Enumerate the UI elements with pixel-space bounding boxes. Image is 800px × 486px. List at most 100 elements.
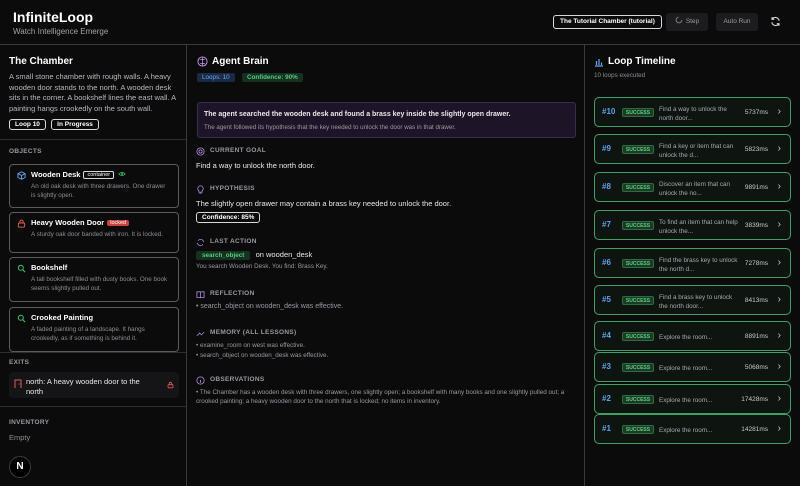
loop-goal: Explore the room... [659, 397, 713, 404]
loop-duration: 5068ms [744, 364, 768, 371]
object-description: A tall bookshelf filled with dusty books… [31, 276, 168, 292]
status-badge: SUCCESS [622, 183, 654, 192]
memory-item: • examine_room on west was effective. [196, 342, 305, 349]
banner-title: The agent searched the wooden desk and f… [204, 111, 511, 118]
search-icon [17, 314, 26, 323]
loop-timeline-panel: Loop Timeline 10 loops executed #10 SUCCE… [586, 45, 800, 486]
timeline-item[interactable]: #2 SUCCESS Explore the room... 17428ms › [594, 384, 791, 414]
status-badge: SUCCESS [622, 296, 654, 305]
timeline-item[interactable]: #1 SUCCESS Explore the room... 14281ms › [594, 414, 791, 444]
timeline-item[interactable]: #8 SUCCESS Discover an item that can unloc… [594, 172, 791, 202]
hypothesis-confidence: Confidence: 85% [196, 212, 261, 223]
loop-goal: Explore the room... [659, 427, 713, 434]
timeline-item[interactable]: #4 SUCCESS Explore the room... 8891ms › [594, 321, 791, 351]
locked-tag: locked [107, 220, 130, 226]
chevron-right-icon: › [777, 257, 781, 268]
loop-duration: 3839ms [744, 222, 768, 229]
loop-number: #10 [602, 107, 616, 116]
container-tag: container [83, 171, 115, 179]
hypothesis-text: The slightly open drawer may contain a b… [196, 199, 452, 208]
hypothesis-section: HYPOTHESIS The slightly open drawer may … [196, 185, 576, 223]
step-label: Step [685, 18, 700, 25]
observations-text: • The Chamber has a wooden desk with thr… [196, 389, 565, 405]
chevron-right-icon: › [777, 106, 781, 117]
auto-run-button[interactable]: Auto Run [716, 13, 758, 31]
chevron-right-icon: › [777, 143, 781, 154]
app-header: InfiniteLoop Watch Intelligence Emerge T… [0, 0, 800, 45]
loop-goal: To find an item that can help unlock the… [659, 219, 738, 235]
room-description: A small stone chamber with rough walls. … [9, 72, 176, 113]
scenario-selector[interactable]: The Tutorial Chamber (tutorial) [553, 15, 662, 29]
timeline-count: 10 loops executed [594, 72, 646, 79]
action-name-badge: search_object [196, 251, 251, 260]
loop-arrows-icon [196, 239, 205, 246]
exits-heading: EXITS [9, 359, 30, 366]
object-card-heavy-wooden-door[interactable]: Heavy Wooden Door locked A sturdy oak doo… [9, 212, 179, 253]
objects-heading: OBJECTS [9, 148, 42, 155]
banner-subtitle: The agent followed its hypothesis that t… [204, 124, 456, 131]
status-badge: SUCCESS [622, 259, 654, 268]
last-action-section: LAST ACTION search_object on wooden_desk… [196, 238, 576, 270]
reflection-section: REFLECTION • search_object on wooden_des… [196, 290, 576, 310]
timeline-item[interactable]: #7 SUCCESS To find an item that can help u… [594, 210, 791, 240]
loop-goal: Find a way to unlock the north door... [659, 106, 727, 122]
status-badge: In Progress [51, 119, 99, 130]
room-panel: The Chamber A small stone chamber with r… [0, 45, 187, 486]
object-description: An old oak desk with three drawers. One … [31, 183, 166, 199]
timeline-item[interactable]: #6 SUCCESS Find the brass key to unlock th… [594, 248, 791, 278]
door-icon [14, 379, 22, 388]
status-badge: SUCCESS [622, 425, 654, 434]
exit-label: north: A heavy wooden door to the north [26, 377, 140, 396]
timeline-item[interactable]: #5 SUCCESS Find a brass key to unlock the … [594, 285, 791, 315]
loop-duration: 8413ms [744, 297, 768, 304]
timeline-item[interactable]: #10 SUCCESS Find a way to unlock the north… [594, 97, 791, 127]
timeline-item[interactable]: #3 SUCCESS Explore the room... 5068ms › [594, 352, 791, 382]
loop-number: #4 [602, 331, 611, 340]
loops-badge: Loops: 10 [197, 73, 235, 82]
timeline-title: Loop Timeline [608, 56, 676, 67]
exit-item-north[interactable]: north: A heavy wooden door to the north [9, 372, 179, 398]
divider [0, 352, 186, 353]
loop-goal: Discover an item that can unlock the no.… [659, 181, 731, 197]
step-button[interactable]: Step [666, 13, 708, 31]
loop-number: #3 [602, 362, 611, 371]
loop-number: #2 [602, 394, 611, 403]
status-badge: SUCCESS [622, 221, 654, 230]
framework-logo[interactable]: N [9, 456, 31, 478]
goal-text: Find a way to unlock the north door. [196, 161, 315, 170]
object-card-crooked-painting[interactable]: Crooked Painting A faded painting of a l… [9, 307, 179, 352]
memory-section: MEMORY (ALL LESSONS) • examine_room on w… [196, 329, 576, 361]
agent-brain-panel: Agent Brain Loops: 10 Confidence: 90% Th… [188, 45, 585, 486]
target-icon [196, 147, 205, 156]
loop-goal: Find the brass key to unlock the north d… [659, 257, 738, 273]
summary-banner: The agent searched the wooden desk and f… [197, 102, 576, 138]
observations-heading: OBSERVATIONS [210, 376, 265, 383]
room-badges: Loop 10 In Progress [9, 119, 99, 130]
spinner-icon [675, 16, 683, 24]
action-target: on wooden_desk [255, 250, 313, 259]
observations-section: OBSERVATIONS • The Chamber has a wooden … [196, 376, 576, 406]
loop-number: #8 [602, 182, 611, 191]
memory-list: • examine_room on west was effective. • … [196, 341, 576, 361]
object-description: A faded painting of a landscape. It hang… [31, 326, 145, 342]
memory-item: • search_object on wooden_desk was effec… [196, 352, 329, 359]
loop-goal: Explore the room... [659, 365, 713, 372]
timeline-item[interactable]: #9 SUCCESS Find a key or item that can unl… [594, 134, 791, 164]
status-badge: SUCCESS [622, 395, 654, 404]
memory-heading: MEMORY (ALL LESSONS) [210, 329, 297, 336]
chevron-right-icon: › [777, 423, 781, 434]
loop-number: #5 [602, 295, 611, 304]
loop-number: #1 [602, 424, 611, 433]
loop-duration: 14281ms [741, 426, 768, 433]
refresh-icon[interactable] [770, 16, 781, 27]
confidence-badge: Confidence: 90% [242, 73, 303, 82]
loop-badge: Loop 10 [9, 119, 46, 130]
object-name: Bookshelf [31, 263, 68, 272]
object-card-wooden-desk[interactable]: Wooden Desk container An old oak desk wit… [9, 164, 179, 208]
status-badge: SUCCESS [622, 108, 654, 117]
inventory-value: Empty [9, 433, 31, 442]
divider [0, 406, 186, 407]
object-name: Crooked Painting [31, 313, 94, 322]
object-card-bookshelf[interactable]: Bookshelf A tall bookshelf filled with d… [9, 257, 179, 302]
search-icon [17, 264, 26, 273]
